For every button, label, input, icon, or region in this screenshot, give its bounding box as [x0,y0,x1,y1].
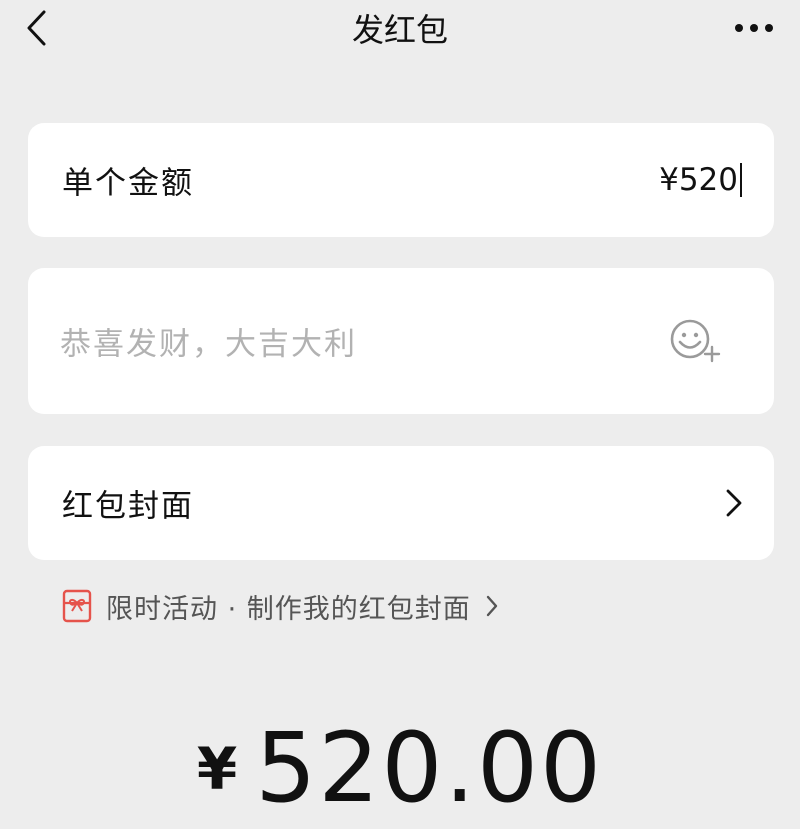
greeting-input[interactable]: 恭喜发财，大吉大利 [60,319,620,364]
promo-link[interactable]: 限时活动 · 制作我的红包封面 [62,584,499,628]
page-title: 发红包 [351,11,448,49]
promo-text: 限时活动 · 制作我的红包封面 [106,593,471,625]
nav-bar: 发红包 [0,0,800,64]
cover-card[interactable]: 红包封面 [28,446,774,560]
amount-value: ¥520 [659,162,738,198]
send-red-packet-page: 发红包 单个金额 ¥520 恭喜发财，大吉大利 红包封面 限时活动 · 制作我的… [0,0,800,829]
emoji-button[interactable] [668,317,724,365]
amount-label: 单个金额 [62,165,194,202]
greeting-card: 恭喜发财，大吉大利 [28,268,774,414]
more-button[interactable] [730,10,778,46]
total-value: 520.00 [255,712,604,824]
amount-card[interactable]: 单个金额 ¥520 [28,123,774,237]
amount-input[interactable]: ¥520 [659,162,742,198]
emoji-add-icon [670,319,721,363]
cover-label: 红包封面 [62,488,194,525]
text-caret [740,163,742,197]
currency-symbol: ¥ [196,735,238,803]
chevron-right-icon [726,489,742,517]
promo-chevron-icon [486,595,497,617]
more-dots-icon [735,24,773,32]
gift-envelope-icon [62,589,92,623]
total-amount: ¥ 520.00 [0,712,800,824]
